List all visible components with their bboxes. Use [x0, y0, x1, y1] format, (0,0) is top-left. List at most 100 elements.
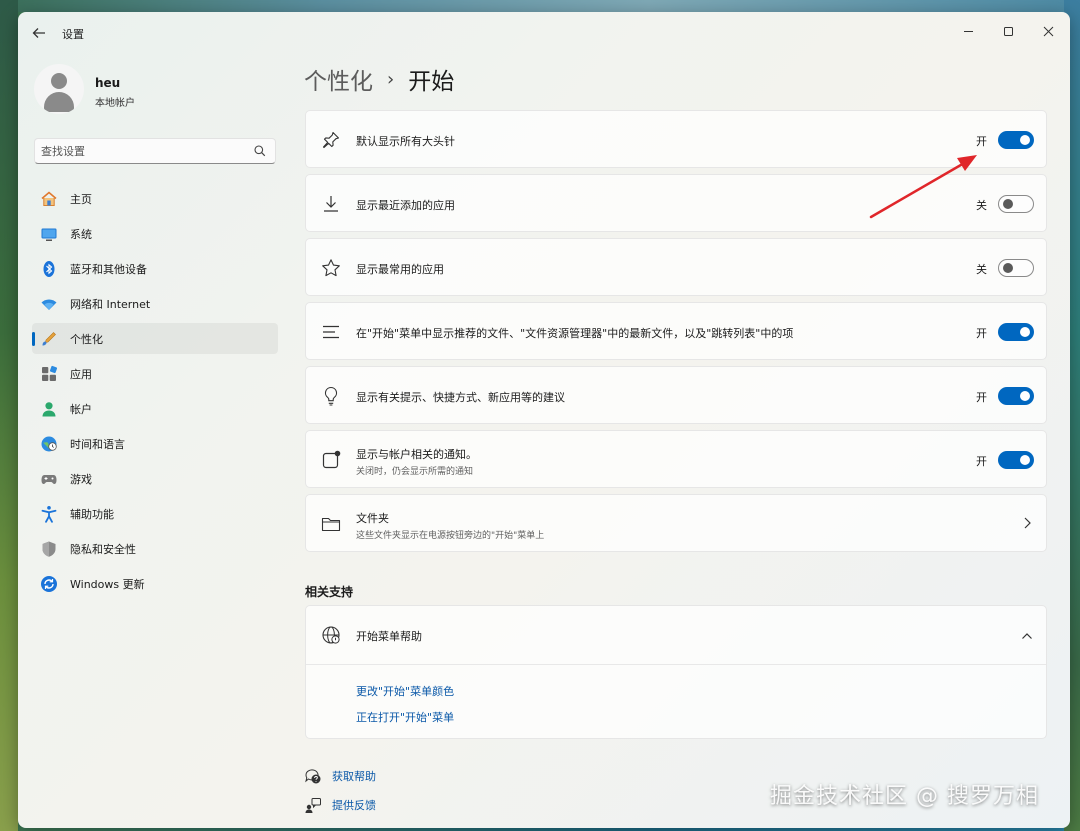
- privacy-shield-icon: [40, 540, 58, 558]
- feedback-label: 提供反馈: [332, 799, 376, 812]
- breadcrumb-parent[interactable]: 个性化: [304, 62, 373, 96]
- help-icon: [305, 769, 321, 784]
- sidebar-item-label: 游戏: [70, 472, 92, 486]
- feedback-icon: [305, 798, 321, 813]
- feedback-link[interactable]: 提供反馈: [304, 796, 376, 814]
- setting-subtitle: 这些文件夹显示在电源按钮旁边的"开始"菜单上: [356, 531, 545, 541]
- setting-subtitle: 关闭时，仍会显示所需的通知: [356, 467, 474, 477]
- user-profile[interactable]: heu 本地帐户: [34, 64, 274, 120]
- start-menu-help-header[interactable]: 开始菜单帮助: [306, 606, 1046, 665]
- back-arrow-icon: [32, 28, 45, 38]
- toggle-switch[interactable]: [998, 259, 1034, 277]
- sidebar-item-label: 网络和 Internet: [70, 297, 151, 311]
- sidebar-item-label: 个性化: [70, 332, 103, 346]
- maximize-button[interactable]: [988, 18, 1028, 44]
- user-name: heu: [95, 76, 121, 90]
- settings-window: 设置 heu 本地帐户 主页: [18, 12, 1070, 828]
- sidebar-item-label: 应用: [70, 367, 92, 381]
- page-title: 开始: [408, 69, 455, 95]
- setting-card-pins[interactable]: 默认显示所有大头针 开: [305, 110, 1047, 168]
- toggle-state-label: 开: [976, 455, 987, 468]
- chevron-up-icon[interactable]: [1020, 628, 1034, 644]
- sidebar-item-bluetooth[interactable]: 蓝牙和其他设备: [32, 253, 278, 284]
- setting-title: 显示最常用的应用: [356, 263, 444, 276]
- setting-title: 显示最近添加的应用: [356, 199, 455, 212]
- setting-title: 显示与帐户相关的通知。: [356, 448, 477, 461]
- home-icon: [40, 190, 58, 208]
- time-language-icon: [40, 435, 58, 453]
- wifi-icon: [40, 295, 58, 313]
- sidebar-item-label: 帐户: [70, 402, 92, 416]
- desktop-background-left: [0, 0, 18, 831]
- search-input[interactable]: [41, 143, 241, 160]
- sidebar-item-personalization[interactable]: 个性化: [32, 323, 278, 354]
- sidebar-item-apps[interactable]: 应用: [32, 358, 278, 389]
- breadcrumb: 个性化 › 开始: [304, 62, 454, 96]
- setting-card-account-notifications[interactable]: 显示与帐户相关的通知。 关闭时，仍会显示所需的通知 开: [305, 430, 1047, 488]
- sidebar-item-account[interactable]: 帐户: [32, 393, 278, 424]
- toggle-switch[interactable]: [998, 195, 1034, 213]
- sidebar-item-windows-update[interactable]: Windows 更新: [32, 568, 278, 599]
- sidebar-item-label: 主页: [70, 192, 92, 206]
- lightbulb-icon: [324, 386, 338, 406]
- breadcrumb-separator: ›: [387, 68, 395, 90]
- toggle-state-label: 关: [976, 199, 987, 212]
- setting-title: 显示有关提示、快捷方式、新应用等的建议: [356, 391, 565, 404]
- help-link-opening-start[interactable]: 正在打开"开始"菜单: [356, 709, 454, 725]
- folder-icon: [321, 517, 341, 532]
- search-box[interactable]: [34, 138, 276, 164]
- setting-card-suggestions[interactable]: 显示有关提示、快捷方式、新应用等的建议 开: [305, 366, 1047, 424]
- account-icon: [40, 400, 58, 418]
- toggle-switch[interactable]: [998, 451, 1034, 469]
- download-icon: [324, 196, 338, 212]
- toggle-state-label: 开: [976, 135, 987, 148]
- help-link-change-start-color[interactable]: 更改"开始"菜单颜色: [356, 683, 454, 699]
- start-menu-help-card: 开始菜单帮助 更改"开始"菜单颜色 正在打开"开始"菜单: [305, 605, 1047, 739]
- setting-title: 在"开始"菜单中显示推荐的文件、"文件资源管理器"中的最新文件，以及"跳转列表"…: [356, 327, 794, 340]
- toggle-switch[interactable]: [998, 131, 1034, 149]
- setting-card-recent-apps[interactable]: 显示最近添加的应用 关: [305, 174, 1047, 232]
- close-icon: [1043, 26, 1053, 36]
- pin-icon: [322, 131, 340, 149]
- minimize-icon: [963, 30, 973, 32]
- setting-card-most-used[interactable]: 显示最常用的应用 关: [305, 238, 1047, 296]
- apps-icon: [40, 365, 58, 383]
- maximize-icon: [1003, 26, 1013, 36]
- help-title: 开始菜单帮助: [356, 630, 422, 643]
- sidebar-item-gaming[interactable]: 游戏: [32, 463, 278, 494]
- sidebar-item-label: 时间和语言: [70, 437, 125, 451]
- sidebar-item-label: 蓝牙和其他设备: [70, 262, 147, 276]
- back-button[interactable]: [28, 22, 50, 44]
- section-title-related-support: 相关支持: [305, 585, 354, 599]
- account-type: 本地帐户: [95, 98, 135, 109]
- list-icon: [323, 325, 339, 339]
- bluetooth-icon: [40, 260, 58, 278]
- sidebar-item-network[interactable]: 网络和 Internet: [32, 288, 278, 319]
- setting-title: 默认显示所有大头针: [356, 135, 455, 148]
- toggle-switch[interactable]: [998, 323, 1034, 341]
- close-button[interactable]: [1028, 18, 1068, 44]
- title-bar: 设置: [18, 12, 1070, 52]
- sidebar-item-privacy[interactable]: 隐私和安全性: [32, 533, 278, 564]
- sidebar-item-label: Windows 更新: [70, 577, 145, 591]
- minimize-button[interactable]: [948, 18, 988, 44]
- sidebar-item-time-language[interactable]: 时间和语言: [32, 428, 278, 459]
- system-icon: [40, 225, 58, 243]
- globe-icon: [322, 626, 340, 644]
- watermark: 掘金技术社区 @ 搜罗万相: [770, 784, 1039, 809]
- accessibility-icon: [40, 505, 58, 523]
- desktop-background-top: [0, 0, 1080, 12]
- search-icon[interactable]: [253, 144, 267, 158]
- sidebar-item-accessibility[interactable]: 辅助功能: [32, 498, 278, 529]
- get-help-link[interactable]: 获取帮助: [304, 767, 376, 785]
- toggle-switch[interactable]: [998, 387, 1034, 405]
- sidebar-item-system[interactable]: 系统: [32, 218, 278, 249]
- sidebar-item-home[interactable]: 主页: [32, 183, 278, 214]
- notification-icon: [322, 450, 341, 469]
- personalization-icon: [40, 330, 58, 348]
- chevron-right-icon[interactable]: [1020, 515, 1034, 531]
- setting-card-recommended[interactable]: 在"开始"菜单中显示推荐的文件、"文件资源管理器"中的最新文件，以及"跳转列表"…: [305, 302, 1047, 360]
- windows-update-icon: [40, 575, 58, 593]
- setting-card-folders[interactable]: 文件夹 这些文件夹显示在电源按钮旁边的"开始"菜单上: [305, 494, 1047, 552]
- app-title: 设置: [62, 28, 84, 41]
